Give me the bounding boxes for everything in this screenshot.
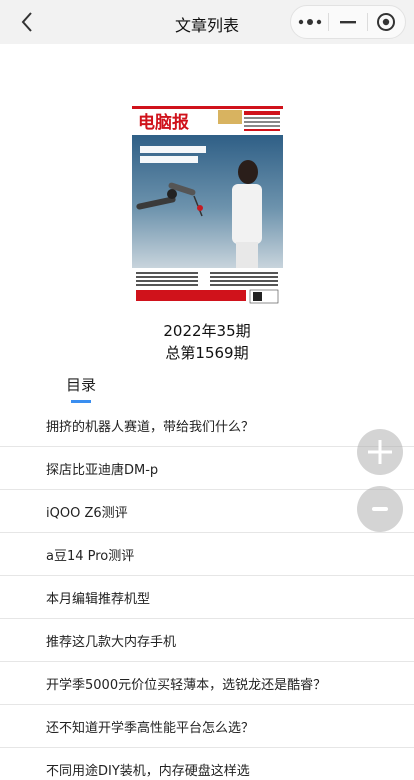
article-item[interactable]: a豆14 Pro测评 (0, 533, 414, 576)
minimize-icon (339, 21, 356, 24)
more-button[interactable] (291, 6, 328, 38)
minus-icon (372, 507, 388, 511)
mini-program-capsule (290, 5, 406, 39)
article-item[interactable]: 不同用途DIY装机，内存硬盘这样选 (0, 748, 414, 780)
article-item[interactable]: iQOO Z6测评 (0, 490, 414, 533)
close-button[interactable] (368, 6, 405, 38)
article-item[interactable]: 拥挤的机器人赛道，带给我们什么？ (0, 404, 414, 447)
issue-number: 2022年35期 (163, 322, 251, 340)
nav-bar: 文章列表 (0, 0, 414, 44)
zoom-out-button[interactable] (357, 486, 403, 532)
plus-icon (368, 440, 392, 464)
issue-total-number: 总第1569期 (165, 344, 249, 362)
article-item[interactable]: 探店比亚迪唐DM-p (0, 447, 414, 490)
article-item[interactable]: 还不知道开学季高性能平台怎么选？ (0, 705, 414, 748)
magazine-cover-image[interactable]: 电脑报 (132, 104, 283, 305)
article-list: 拥挤的机器人赛道，带给我们什么？ 探店比亚迪唐DM-p iQOO Z6测评 a豆… (0, 404, 414, 780)
cover-masthead: 电脑报 (138, 112, 189, 133)
minimize-button[interactable] (329, 6, 366, 38)
zoom-in-button[interactable] (357, 429, 403, 475)
article-item[interactable]: 本月编辑推荐机型 (0, 576, 414, 619)
toc-heading-underline (71, 400, 91, 403)
more-dots-icon (298, 19, 321, 25)
toc-heading: 目录 (66, 376, 97, 394)
article-item[interactable]: 推荐这几款大内存手机 (0, 619, 414, 662)
target-close-icon (377, 13, 396, 31)
article-item[interactable]: 开学季5000元价位买轻薄本，选锐龙还是酷睿？ (0, 662, 414, 705)
